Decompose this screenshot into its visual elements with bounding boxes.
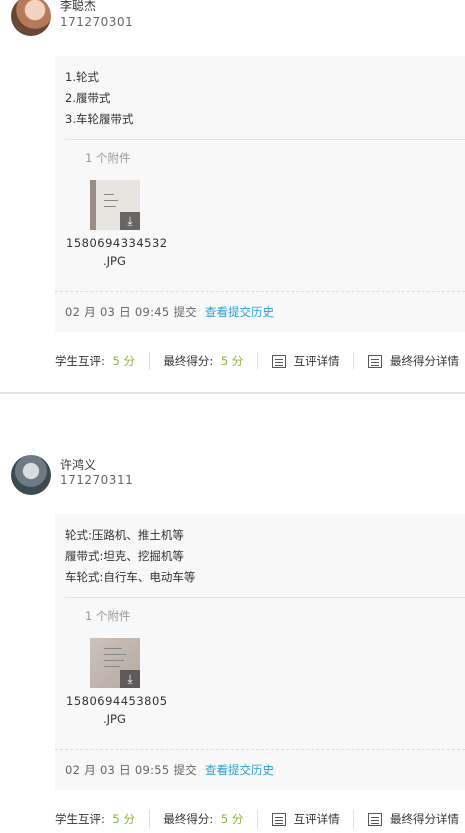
list-icon	[271, 812, 286, 826]
separator	[257, 810, 258, 828]
peer-score-value: 5 分	[112, 812, 136, 826]
final-detail-label: 最终得分详情	[389, 354, 459, 368]
list-icon	[367, 812, 382, 826]
answer-line: 履带式:坦克、挖掘机等	[65, 549, 184, 563]
attachment-count: 1 个附件	[85, 151, 131, 165]
attachment-file-ext[interactable]: .JPG	[103, 254, 126, 268]
answer-line: 2.履带式	[65, 91, 111, 105]
answer-line: 轮式:压路机、推土机等	[65, 528, 184, 542]
view-history-link[interactable]: 查看提交历史	[205, 762, 274, 778]
answer-panel: 1.轮式 2.履带式 3.车轮履带式 1 个附件 ⤓ 1580694334532…	[55, 56, 465, 332]
submit-time: 02 月 03 日 09:45 提交	[65, 305, 198, 319]
submission-card: 许鸿义 171270311 轮式:压路机、推土机等 履带式:坦克、挖掘机等 车轮…	[0, 455, 465, 833]
list-icon	[271, 354, 286, 368]
answer-panel: 轮式:压路机、推土机等 履带式:坦克、挖掘机等 车轮式:自行车、电动车等 1 个…	[55, 514, 465, 790]
attachment-file-name[interactable]: 1580694453805	[66, 694, 168, 708]
student-name: 许鸿义	[60, 458, 97, 472]
separator	[353, 352, 355, 370]
answer-line: 车轮式:自行车、电动车等	[65, 570, 196, 584]
download-icon[interactable]: ⤓	[120, 670, 140, 688]
final-detail-button[interactable]: 最终得分详情	[367, 353, 459, 369]
final-score-value: 5 分	[220, 354, 244, 368]
separator	[148, 352, 150, 370]
student-name: 李聪杰	[60, 0, 97, 13]
view-history-link[interactable]: 查看提交历史	[205, 304, 274, 320]
answer-line: 3.车轮履带式	[65, 112, 134, 126]
download-icon[interactable]: ⤓	[120, 212, 140, 230]
peer-score-label: 学生互评:	[55, 812, 105, 826]
submit-time: 02 月 03 日 09:55 提交	[65, 763, 198, 777]
submission-card: 李聪杰 171270301 1.轮式 2.履带式 3.车轮履带式 1 个附件 ⤓…	[0, 0, 465, 392]
attachment-file-name[interactable]: 1580694334532	[66, 236, 168, 250]
score-bar: 学生互评: 5 分 最终得分: 5 分 互评详情 最终得分详情	[55, 352, 459, 370]
peer-detail-button[interactable]: 互评详情	[271, 353, 340, 369]
final-score-value: 5 分	[220, 812, 244, 826]
final-score-label: 最终得分:	[163, 354, 214, 368]
separator	[148, 810, 150, 828]
attachment-thumbnail[interactable]: ⤓	[90, 180, 140, 230]
attachment-thumbnail[interactable]: ⤓	[90, 638, 140, 688]
final-detail-button[interactable]: 最终得分详情	[367, 811, 459, 827]
section-divider	[0, 392, 465, 394]
separator	[353, 810, 355, 828]
peer-detail-label: 互评详情	[293, 354, 340, 368]
peer-detail-button[interactable]: 互评详情	[271, 811, 340, 827]
dashed-divider	[55, 291, 465, 292]
peer-detail-label: 互评详情	[293, 812, 340, 826]
final-detail-label: 最终得分详情	[389, 812, 459, 826]
student-id: 171270301	[60, 15, 134, 29]
final-score-label: 最终得分:	[163, 812, 214, 826]
student-id: 171270311	[60, 473, 134, 487]
answer-line: 1.轮式	[65, 70, 99, 84]
score-bar: 学生互评: 5 分 最终得分: 5 分 互评详情 最终得分详情	[55, 810, 459, 828]
avatar[interactable]	[11, 0, 51, 36]
list-icon	[367, 354, 382, 368]
attachment-count: 1 个附件	[85, 609, 131, 623]
dashed-divider	[55, 749, 465, 750]
divider	[65, 139, 465, 140]
separator	[257, 352, 258, 370]
attachment-file-ext[interactable]: .JPG	[103, 712, 126, 726]
avatar[interactable]	[11, 455, 51, 495]
peer-score-value: 5 分	[112, 354, 136, 368]
divider	[65, 597, 465, 598]
peer-score-label: 学生互评:	[55, 354, 105, 368]
